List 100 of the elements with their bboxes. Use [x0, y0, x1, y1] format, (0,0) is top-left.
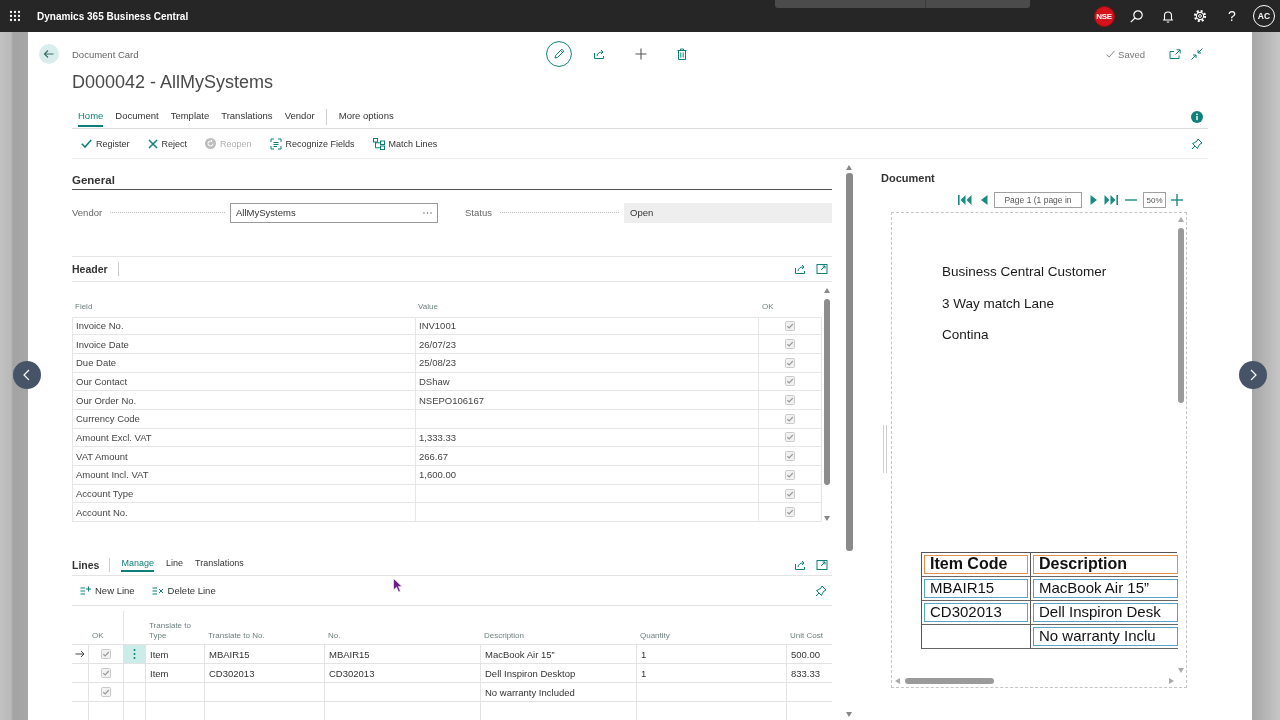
- plus-icon[interactable]: [635, 48, 647, 60]
- trash-icon[interactable]: [677, 48, 687, 60]
- scrollbar-thumb[interactable]: [824, 298, 830, 485]
- checkbox[interactable]: [785, 488, 795, 499]
- more-options-button[interactable]: More options: [338, 106, 394, 127]
- company-badge[interactable]: NSE: [1093, 5, 1115, 27]
- address-line: Contina: [942, 327, 989, 343]
- checkbox[interactable]: [785, 376, 795, 387]
- checkbox[interactable]: [785, 469, 795, 480]
- lookup-field[interactable]: AllMySystems: [230, 202, 438, 223]
- vertical-dots-icon[interactable]: [124, 645, 145, 664]
- scroll-down-icon[interactable]: [824, 516, 830, 522]
- scroll-left-icon[interactable]: [895, 678, 900, 684]
- scroll-right-icon[interactable]: [1169, 678, 1174, 684]
- toolbar-button[interactable]: Match Lines: [372, 137, 438, 150]
- scroll-down-icon[interactable]: [846, 712, 852, 717]
- tab[interactable]: Line: [165, 557, 183, 572]
- splitter-handle[interactable]: [883, 425, 887, 473]
- checkbox[interactable]: [785, 432, 795, 443]
- checkbox[interactable]: [101, 668, 111, 679]
- table-cell: Invoice No.: [72, 317, 415, 335]
- table-cell: 500.00: [786, 645, 832, 664]
- field-label: Status: [465, 207, 492, 218]
- checkbox[interactable]: [785, 451, 795, 462]
- scrollbar-thumb[interactable]: [905, 678, 994, 684]
- table-cell: Account No.: [72, 503, 415, 522]
- expand-icon[interactable]: [816, 262, 828, 275]
- expand-icon[interactable]: [816, 558, 828, 571]
- save-status: Saved: [1118, 48, 1145, 60]
- more-icon[interactable]: [423, 211, 432, 214]
- search-icon[interactable]: [1129, 9, 1143, 23]
- share-icon[interactable]: [794, 558, 806, 571]
- bell-icon[interactable]: [1162, 9, 1174, 23]
- connected-boxes-icon: [372, 137, 385, 150]
- checkbox[interactable]: [101, 649, 111, 660]
- toolbar-button[interactable]: Register: [81, 138, 130, 149]
- remove-line-icon: [151, 585, 164, 596]
- pin-icon[interactable]: [815, 584, 827, 597]
- table-cell: Invoice Date: [72, 335, 415, 353]
- tab[interactable]: Translations: [221, 106, 273, 127]
- document-table-header: Item Code: [924, 555, 1028, 574]
- chevron-left-icon[interactable]: [13, 361, 41, 389]
- help-button[interactable]: ?: [1228, 8, 1236, 24]
- tab[interactable]: Template: [170, 106, 210, 127]
- open-in-new-window-icon[interactable]: [1169, 49, 1181, 59]
- previous-page-icon[interactable]: [980, 194, 988, 206]
- scrollbar-thumb[interactable]: [845, 173, 853, 551]
- checkbox[interactable]: [785, 413, 795, 424]
- scroll-up-icon[interactable]: [824, 287, 830, 293]
- table-cell: Item: [145, 664, 204, 683]
- table-cell: 25/08/23: [415, 353, 758, 372]
- next-page-icon[interactable]: [1090, 194, 1098, 206]
- scroll-up-icon[interactable]: [846, 165, 852, 170]
- document-table-cell: No warranty Inclu: [1033, 627, 1178, 646]
- app-launcher-icon[interactable]: [9, 10, 21, 22]
- column-header: Translate to Type: [149, 621, 192, 642]
- checkbox[interactable]: [785, 395, 795, 406]
- tab[interactable]: Manage: [121, 557, 154, 572]
- checkbox[interactable]: [785, 320, 795, 331]
- settings-icon[interactable]: [1193, 9, 1207, 23]
- first-page-icon[interactable]: [958, 194, 972, 206]
- zoom-in-icon[interactable]: [1171, 194, 1183, 206]
- scan-icon: [269, 137, 282, 150]
- zoom-field[interactable]: 50%: [1143, 192, 1166, 208]
- toolbar-button[interactable]: Recognize Fields: [269, 137, 355, 150]
- checkbox[interactable]: [785, 357, 795, 368]
- table-row[interactable]: Item CD302013 CD302013 Dell Inspiron Desktop 1 833.33: [72, 663, 832, 683]
- cross-icon: [147, 138, 158, 149]
- toolbar-button[interactable]: Delete Line: [151, 585, 216, 597]
- read-only-field: Open: [624, 202, 832, 223]
- checkbox[interactable]: [785, 507, 795, 518]
- pencil-icon[interactable]: [546, 41, 572, 67]
- scroll-up-icon[interactable]: [1178, 217, 1184, 222]
- column-header: OK: [92, 631, 104, 642]
- table-row[interactable]: No warranty Included: [72, 682, 832, 702]
- scroll-down-icon[interactable]: [1178, 668, 1184, 673]
- last-page-icon[interactable]: [1104, 194, 1118, 206]
- pin-icon[interactable]: [1191, 137, 1203, 150]
- checkbox[interactable]: [785, 339, 795, 350]
- tab[interactable]: Vendor: [284, 106, 315, 127]
- page-number-field[interactable]: Page 1 (1 page in: [994, 192, 1082, 208]
- column-header: OK: [762, 301, 774, 311]
- toolbar-button[interactable]: Reject: [147, 138, 188, 149]
- table-cell: Due Date: [72, 353, 415, 372]
- scrollbar-thumb[interactable]: [1178, 228, 1184, 403]
- table-row[interactable]: Item MBAIR15 MBAIR15 MacBook Air 15” 1 500.00: [72, 644, 832, 664]
- toolbar-button[interactable]: New Line: [80, 585, 135, 597]
- breadcrumb: Document Card: [72, 48, 139, 60]
- info-icon[interactable]: [1191, 110, 1203, 123]
- collapse-icon[interactable]: [1191, 48, 1203, 60]
- share-icon[interactable]: [593, 48, 605, 60]
- share-icon[interactable]: [794, 262, 806, 275]
- table-cell: CD302013: [204, 664, 324, 683]
- part-title: Header: [72, 262, 108, 275]
- tab[interactable]: Translations: [195, 557, 244, 572]
- tab[interactable]: Home: [78, 106, 104, 127]
- tab[interactable]: Document: [115, 106, 159, 127]
- checkbox[interactable]: [101, 687, 111, 698]
- chevron-right-icon[interactable]: [1239, 361, 1267, 389]
- table-cell: 266.67: [415, 447, 758, 465]
